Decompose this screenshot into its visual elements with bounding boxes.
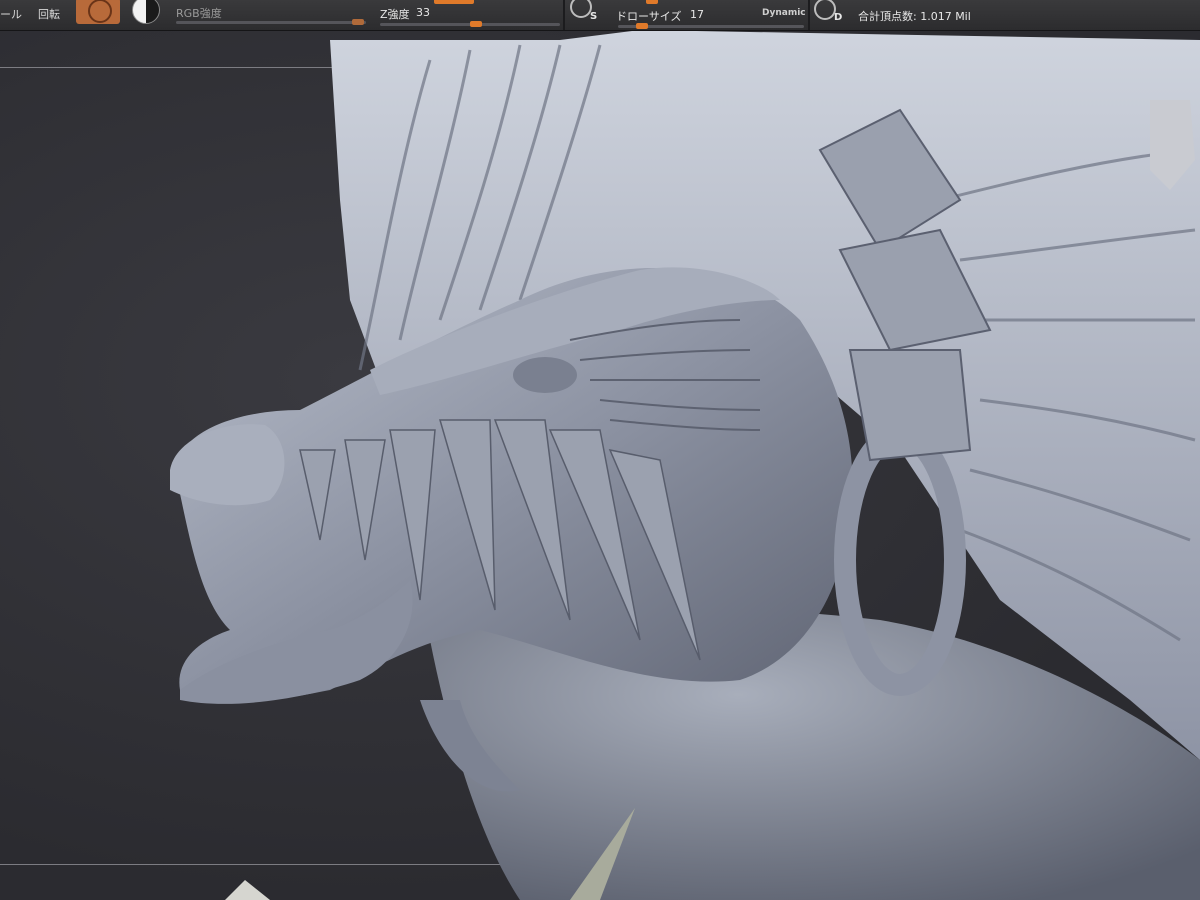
cut-off-label: ール — [0, 8, 22, 21]
top-toolbar: ール 回転 RGB強度 Z強度 33 S ドローサイズ 17 Dynamic D… — [0, 0, 1200, 31]
s-mode-icon[interactable] — [570, 0, 592, 18]
material-sphere-icon[interactable] — [76, 0, 120, 24]
rotate-button[interactable]: 回転 — [38, 6, 60, 22]
snout — [170, 424, 285, 506]
d-mode-label: D — [834, 12, 843, 23]
draw-size-knob[interactable] — [636, 23, 648, 29]
rgb-intensity-label: RGB強度 — [176, 7, 222, 20]
top-active-knob[interactable] — [434, 0, 474, 4]
s-mode-label: S — [590, 11, 598, 22]
toolbar-separator — [808, 0, 810, 30]
focal-shift-knob[interactable] — [646, 0, 658, 4]
z-intensity-label: Z強度 — [380, 8, 410, 21]
draw-size-value: 17 — [690, 8, 704, 21]
total-points-readout: 合計頂点数: 1.017 Mil — [858, 10, 971, 23]
sculpt-viewport[interactable] — [0, 31, 1200, 900]
toolbar-separator — [563, 0, 565, 30]
yin-yang-icon[interactable] — [132, 0, 160, 24]
dragon-sculpt-model[interactable] — [0, 31, 1200, 900]
rgb-intensity-knob[interactable] — [352, 19, 364, 25]
d-mode-icon[interactable] — [814, 0, 836, 20]
rgb-intensity-slider[interactable] — [176, 21, 366, 24]
z-intensity-knob[interactable] — [470, 21, 482, 27]
foreground-spike-small — [225, 880, 270, 900]
z-intensity-value: 33 — [416, 6, 430, 19]
draw-size-label: ドローサイズ — [616, 10, 682, 23]
eye — [513, 357, 577, 393]
dynamic-toggle[interactable]: Dynamic — [762, 8, 806, 18]
